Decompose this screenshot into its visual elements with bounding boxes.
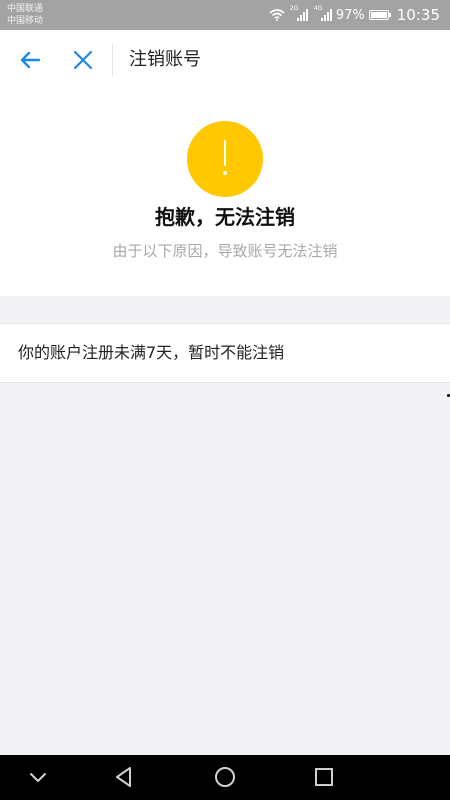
sim1-network-tag: 2G xyxy=(289,5,299,12)
page-title: 注销账号 xyxy=(129,49,201,70)
warning-icon xyxy=(187,121,263,197)
status-bar: 中国联通 中国移动 2G 4G 97% 10:35 xyxy=(0,0,450,30)
nav-divider xyxy=(112,44,113,76)
error-subtitle: 由于以下原因，导致账号无法注销 xyxy=(112,242,338,260)
carrier-1: 中国联通 xyxy=(7,4,44,14)
top-nav-bar: 注销账号 xyxy=(0,30,450,90)
system-nav-bar xyxy=(0,755,450,800)
sim2-network-tag: 4G xyxy=(313,5,323,12)
back-arrow-icon[interactable] xyxy=(18,48,42,72)
close-icon[interactable] xyxy=(71,48,95,72)
collapse-icon[interactable] xyxy=(26,765,50,789)
carrier-labels: 中国联通 中国移动 xyxy=(7,3,43,27)
reason-text: 你的账户注册未满7天，暂时不能注销 xyxy=(18,343,285,362)
error-title: 抱歉，无法注销 xyxy=(155,205,295,229)
signal-sim2-icon: 4G xyxy=(314,5,332,21)
battery-percent: 97% xyxy=(335,7,365,23)
status-indicators: 2G 4G 97% 10:35 xyxy=(269,0,440,30)
reason-list-item: 你的账户注册未满7天，暂时不能注销 xyxy=(0,323,450,383)
home-circle-icon[interactable] xyxy=(213,765,237,789)
recents-square-icon[interactable] xyxy=(312,765,336,789)
back-triangle-icon[interactable] xyxy=(112,765,136,789)
wifi-icon xyxy=(269,9,285,21)
signal-sim1-icon: 2G xyxy=(290,5,308,21)
error-hero: 抱歉，无法注销 由于以下原因，导致账号无法注销 xyxy=(0,90,450,296)
carrier-2: 中国移动 xyxy=(7,16,44,26)
battery-icon xyxy=(368,10,391,20)
clock: 10:35 xyxy=(396,6,440,24)
